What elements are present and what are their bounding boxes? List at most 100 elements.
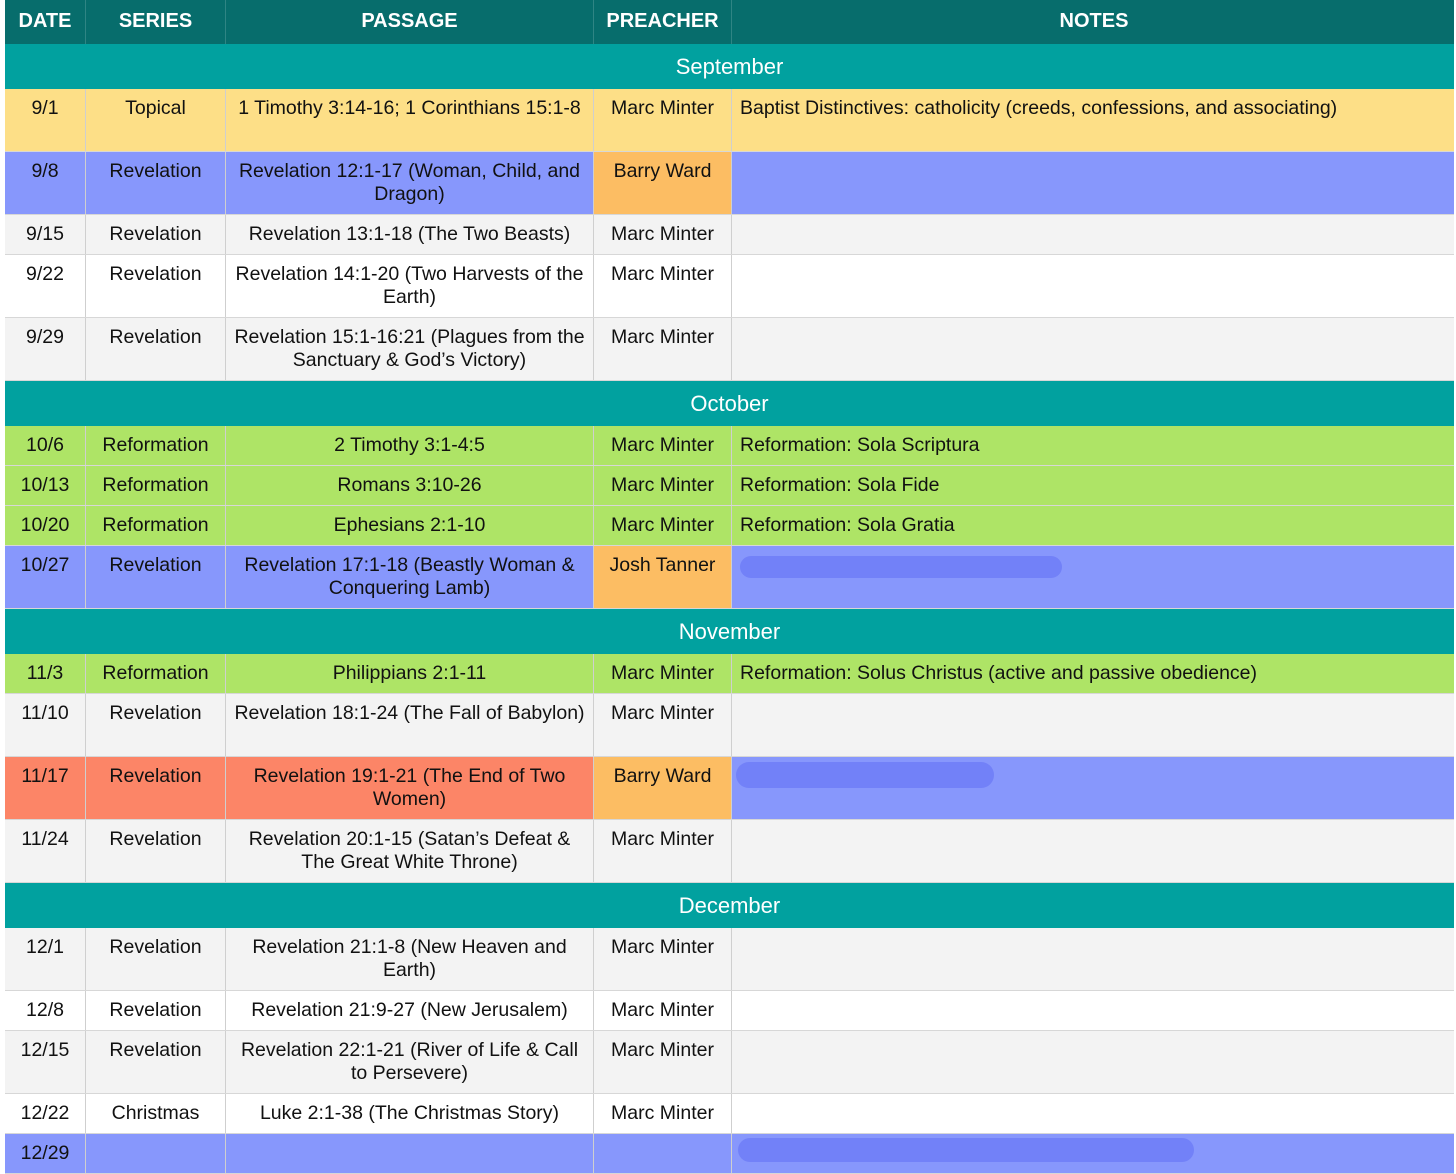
table-row[interactable]: 12/1 Revelation Revelation 21:1-8 (New Hea… — [5, 928, 1454, 991]
passage-cell[interactable]: Revelation 22:1-21 (River of Life & Call… — [226, 1031, 594, 1093]
preacher-cell[interactable]: Marc Minter — [594, 654, 732, 693]
passage-cell[interactable]: Revelation 13:1-18 (The Two Beasts) — [226, 215, 594, 254]
date-cell[interactable]: 11/24 — [5, 820, 86, 882]
preacher-cell[interactable]: Marc Minter — [594, 426, 732, 465]
notes-cell[interactable] — [732, 820, 1454, 882]
date-cell[interactable]: 11/17 — [5, 757, 86, 819]
preacher-cell[interactable]: Marc Minter — [594, 89, 732, 151]
column-header-passage[interactable]: PASSAGE — [226, 0, 594, 44]
date-cell[interactable]: 11/3 — [5, 654, 86, 693]
table-row[interactable]: 10/27 Revelation Revelation 17:1-18 (Beast… — [5, 546, 1454, 609]
preacher-cell[interactable]: Josh Tanner — [594, 546, 732, 608]
preacher-cell[interactable]: Marc Minter — [594, 1094, 732, 1133]
date-cell[interactable]: 9/8 — [5, 152, 86, 214]
date-cell[interactable]: 10/6 — [5, 426, 86, 465]
passage-cell[interactable] — [226, 1134, 594, 1173]
table-row[interactable]: 9/1 Topical 1 Timothy 3:14-16; 1 Corinthia… — [5, 89, 1454, 152]
preacher-cell[interactable]: Barry Ward — [594, 757, 732, 819]
column-header-preacher[interactable]: PREACHER — [594, 0, 732, 44]
table-row[interactable]: 11/10 Revelation Revelation 18:1-24 (The F… — [5, 694, 1454, 757]
notes-cell[interactable] — [732, 1031, 1454, 1093]
passage-cell[interactable]: Ephesians 2:1-10 — [226, 506, 594, 545]
passage-cell[interactable]: Revelation 14:1-20 (Two Harvests of the … — [226, 255, 594, 317]
passage-cell[interactable]: Revelation 18:1-24 (The Fall of Babylon) — [226, 694, 594, 756]
passage-cell[interactable]: 1 Timothy 3:14-16; 1 Corinthians 15:1-8 — [226, 89, 594, 151]
preacher-cell[interactable]: Marc Minter — [594, 694, 732, 756]
notes-cell[interactable] — [732, 255, 1454, 317]
series-cell[interactable]: Revelation — [86, 928, 226, 990]
series-cell[interactable]: Christmas — [86, 1094, 226, 1133]
series-cell[interactable]: Revelation — [86, 820, 226, 882]
preacher-cell[interactable]: Marc Minter — [594, 215, 732, 254]
series-cell[interactable]: Reformation — [86, 466, 226, 505]
passage-cell[interactable]: Revelation 19:1-21 (The End of Two Women… — [226, 757, 594, 819]
date-cell[interactable]: 12/1 — [5, 928, 86, 990]
column-header-date[interactable]: DATE — [5, 0, 86, 44]
series-cell[interactable] — [86, 1134, 226, 1173]
notes-cell[interactable]: Reformation: Sola Scriptura — [732, 426, 1454, 465]
table-row[interactable]: 11/24 Revelation Revelation 20:1-15 (Satan… — [5, 820, 1454, 883]
table-row[interactable]: 12/15 Revelation Revelation 22:1-21 (River… — [5, 1031, 1454, 1094]
notes-cell[interactable] — [732, 991, 1454, 1030]
table-row[interactable]: 12/22 Christmas Luke 2:1-38 (The Christmas… — [5, 1094, 1454, 1134]
passage-cell[interactable]: Philippians 2:1-11 — [226, 654, 594, 693]
series-cell[interactable]: Topical — [86, 89, 226, 151]
date-cell[interactable]: 12/8 — [5, 991, 86, 1030]
notes-cell[interactable]: Reformation: Sola Fide — [732, 466, 1454, 505]
preacher-cell[interactable] — [594, 1134, 732, 1173]
series-cell[interactable]: Revelation — [86, 757, 226, 819]
table-row[interactable]: 10/13 Reformation Romans 3:10-26 Marc Minte… — [5, 466, 1454, 506]
column-header-series[interactable]: SERIES — [86, 0, 226, 44]
notes-cell[interactable] — [732, 215, 1454, 254]
series-cell[interactable]: Revelation — [86, 318, 226, 380]
preacher-cell[interactable]: Marc Minter — [594, 506, 732, 545]
table-row[interactable]: 11/17 Revelation Revelation 19:1-21 (The E… — [5, 757, 1454, 820]
preacher-cell[interactable]: Marc Minter — [594, 820, 732, 882]
table-row[interactable]: 9/8 Revelation Revelation 12:1-17 (Woman, … — [5, 152, 1454, 215]
date-cell[interactable]: 12/22 — [5, 1094, 86, 1133]
series-cell[interactable]: Revelation — [86, 255, 226, 317]
series-cell[interactable]: Reformation — [86, 654, 226, 693]
preacher-cell[interactable]: Barry Ward — [594, 152, 732, 214]
series-cell[interactable]: Revelation — [86, 152, 226, 214]
notes-cell[interactable]: Reformation: Sola Gratia — [732, 506, 1454, 545]
passage-cell[interactable]: Revelation 12:1-17 (Woman, Child, and Dr… — [226, 152, 594, 214]
series-cell[interactable]: Revelation — [86, 215, 226, 254]
passage-cell[interactable]: Luke 2:1-38 (The Christmas Story) — [226, 1094, 594, 1133]
passage-cell[interactable]: 2 Timothy 3:1-4:5 — [226, 426, 594, 465]
notes-cell[interactable]: Baptist Distinctives: catholicity (creed… — [732, 89, 1454, 151]
passage-cell[interactable]: Revelation 21:9-27 (New Jerusalem) — [226, 991, 594, 1030]
passage-cell[interactable]: Revelation 20:1-15 (Satan’s Defeat & The… — [226, 820, 594, 882]
notes-cell[interactable] — [732, 928, 1454, 990]
series-cell[interactable]: Revelation — [86, 991, 226, 1030]
preacher-cell[interactable]: Marc Minter — [594, 255, 732, 317]
notes-cell[interactable] — [732, 152, 1454, 214]
preacher-cell[interactable]: Marc Minter — [594, 928, 732, 990]
preacher-cell[interactable]: Marc Minter — [594, 991, 732, 1030]
date-cell[interactable]: 11/10 — [5, 694, 86, 756]
passage-cell[interactable]: Revelation 17:1-18 (Beastly Woman & Conq… — [226, 546, 594, 608]
date-cell[interactable]: 10/27 — [5, 546, 86, 608]
passage-cell[interactable]: Romans 3:10-26 — [226, 466, 594, 505]
column-header-notes[interactable]: NOTES — [732, 0, 1454, 44]
series-cell[interactable]: Reformation — [86, 426, 226, 465]
date-cell[interactable]: 12/15 — [5, 1031, 86, 1093]
series-cell[interactable]: Revelation — [86, 1031, 226, 1093]
notes-cell[interactable]: Reformation: Solus Christus (active and … — [732, 654, 1454, 693]
series-cell[interactable]: Revelation — [86, 694, 226, 756]
date-cell[interactable]: 10/20 — [5, 506, 86, 545]
table-row[interactable]: 9/29 Revelation Revelation 15:1-16:21 (Pla… — [5, 318, 1454, 381]
table-row[interactable]: 9/15 Revelation Revelation 13:1-18 (The Tw… — [5, 215, 1454, 255]
notes-cell[interactable] — [732, 694, 1454, 756]
table-row[interactable]: 12/29 — [5, 1134, 1454, 1174]
preacher-cell[interactable]: Marc Minter — [594, 466, 732, 505]
table-row[interactable]: 10/20 Reformation Ephesians 2:1-10 Marc Min… — [5, 506, 1454, 546]
preacher-cell[interactable]: Marc Minter — [594, 1031, 732, 1093]
date-cell[interactable]: 9/15 — [5, 215, 86, 254]
passage-cell[interactable]: Revelation 21:1-8 (New Heaven and Earth) — [226, 928, 594, 990]
table-row[interactable]: 11/3 Reformation Philippians 2:1-11 Marc Mi… — [5, 654, 1454, 694]
table-row[interactable]: 9/22 Revelation Revelation 14:1-20 (Two Ha… — [5, 255, 1454, 318]
notes-cell[interactable] — [732, 1094, 1454, 1133]
passage-cell[interactable]: Revelation 15:1-16:21 (Plagues from the … — [226, 318, 594, 380]
date-cell[interactable]: 10/13 — [5, 466, 86, 505]
